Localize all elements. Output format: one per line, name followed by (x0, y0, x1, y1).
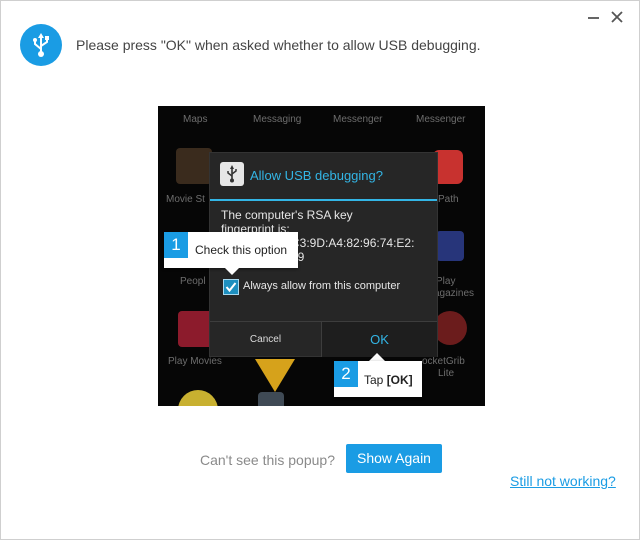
app-label-movie-studio: Movie St (166, 194, 205, 205)
callout-tap-ok: 2 Tap [OK] (334, 361, 422, 397)
callout-text: Tap [OK] (364, 373, 413, 387)
play-magazines-icon (436, 231, 464, 261)
pocketgrib-icon (433, 311, 467, 345)
cant-see-popup-text: Can't see this popup? (200, 452, 335, 468)
callout-text-bold: [OK] (386, 373, 413, 387)
dialog-button-row: Cancel OK (210, 321, 437, 357)
app-label-pocketgrib: ocketGrib (422, 356, 465, 367)
usb-icon (220, 162, 244, 186)
still-not-working-link[interactable]: Still not working? (510, 473, 616, 489)
show-again-button[interactable]: Show Again (346, 444, 442, 473)
app-label-play-movies: Play Movies (168, 356, 222, 367)
minimize-icon[interactable] (584, 8, 602, 26)
app-label-lite: Lite (438, 368, 455, 379)
close-icon[interactable] (608, 8, 626, 26)
usb-icon (20, 24, 62, 66)
callout-text-prefix: Tap (364, 373, 387, 387)
always-allow-label[interactable]: Always allow from this computer (243, 280, 400, 292)
callout-arrow-icon (223, 266, 241, 275)
instruction-text: Please press "OK" when asked whether to … (76, 37, 481, 53)
app-label-path: Path (438, 194, 459, 205)
app-label-people: Peopl (180, 276, 206, 287)
dialog-body-line: The computer's RSA key (221, 208, 353, 222)
callout-number: 2 (334, 361, 358, 387)
app-label-messaging: Messaging (253, 114, 302, 125)
app-label-messenger-2: Messenger (416, 114, 466, 125)
app-label-maps: Maps (183, 114, 208, 125)
callout-check-option: 1 Check this option (164, 232, 298, 268)
always-allow-checkbox[interactable] (223, 279, 239, 295)
dialog-title: Allow USB debugging? (250, 168, 383, 183)
app-label-messenger: Messenger (333, 114, 383, 125)
dialog-title-bar: Allow USB debugging? (210, 153, 437, 201)
callout-text: Check this option (195, 243, 288, 257)
triangle-app-icon (250, 354, 300, 394)
app-label-play: Play (436, 276, 456, 287)
movie-studio-icon (176, 148, 212, 184)
grey-app-icon (258, 392, 284, 406)
callout-number: 1 (164, 232, 188, 258)
cancel-button[interactable]: Cancel (210, 322, 321, 357)
yellow-app-icon (178, 390, 218, 406)
app-label-magazines: agazines (434, 288, 475, 299)
